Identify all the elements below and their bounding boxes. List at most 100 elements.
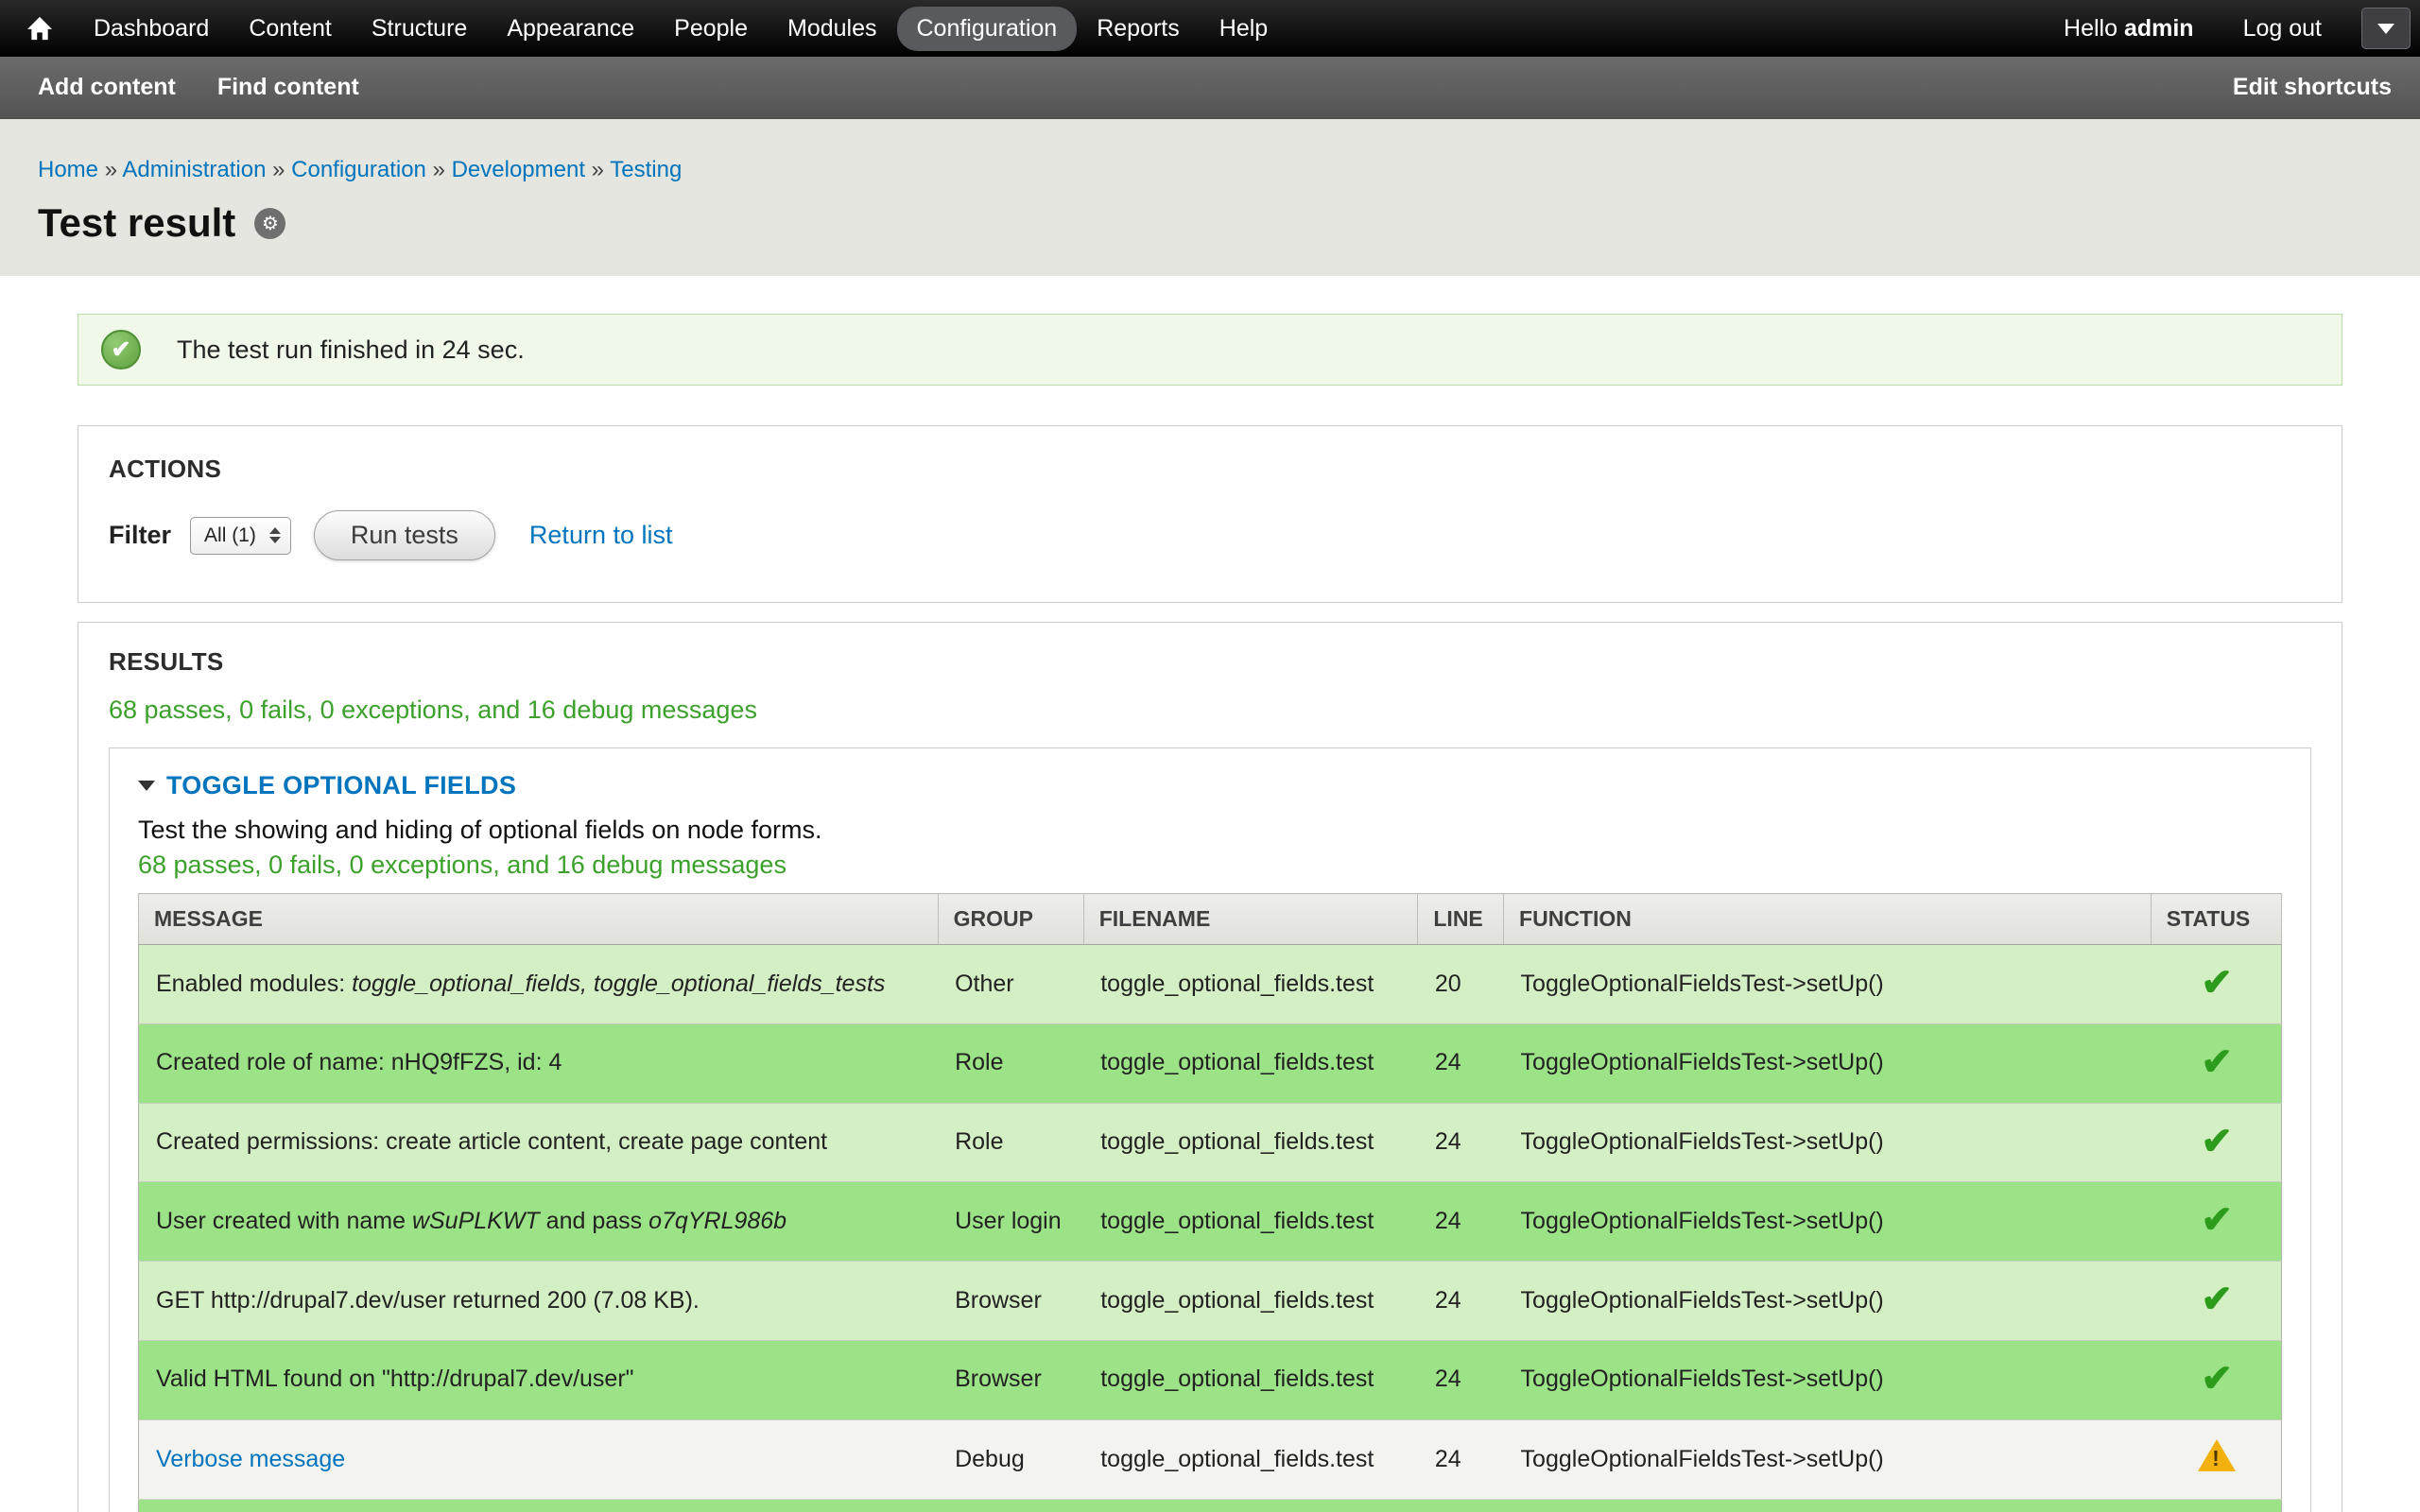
admin-menu-item-structure[interactable]: Structure [352, 7, 487, 51]
table-row: Created permissions: create article cont… [139, 1103, 2282, 1182]
function-cell: ToggleOptionalFieldsTest->setUp() [1504, 1023, 2152, 1103]
message-cell: Created permissions: create article cont… [139, 1103, 939, 1182]
filename-cell: toggle_optional_fields.test [1083, 1023, 1418, 1103]
function-cell: ToggleOptionalFieldsTest->setUp() [1504, 1262, 2152, 1341]
group-cell: Debug [938, 1419, 1083, 1500]
message-text: toggle_optional_fields, toggle_optional_… [352, 971, 885, 997]
function-cell: ToggleOptionalFieldsTest->setUp() [1504, 1103, 2152, 1182]
gear-icon[interactable]: ⚙ [254, 208, 285, 239]
message-text: Created permissions: create article cont… [156, 1128, 827, 1155]
test-group-title[interactable]: TOGGLE OPTIONAL FIELDS [166, 771, 516, 800]
admin-menu-item-content[interactable]: Content [229, 7, 352, 51]
function-cell: ToggleOptionalFieldsTest->setUp() [1504, 1340, 2152, 1419]
pass-check-icon: ✔ [2201, 1041, 2233, 1083]
filename-cell: toggle_optional_fields.test [1083, 1262, 1418, 1341]
breadcrumb-separator: » [585, 157, 610, 182]
admin-menu-item-reports[interactable]: Reports [1077, 7, 1200, 51]
home-icon[interactable] [23, 11, 57, 45]
status-cell: ! [2151, 1419, 2281, 1500]
column-header-status: STATUS [2151, 894, 2281, 945]
results-title: RESULTS [109, 647, 2311, 677]
actions-row: Filter All (1) Run tests Return to list [109, 510, 2311, 560]
main-content: ✔ The test run finished in 24 sec. ACTIO… [0, 276, 2420, 1512]
message-cell: Created role of name: nHQ9fFZS, id: 4 [139, 1023, 939, 1103]
breadcrumb-link-home[interactable]: Home [38, 157, 98, 182]
logout-link[interactable]: Log out [2243, 15, 2322, 43]
breadcrumb-link-testing[interactable]: Testing [610, 157, 682, 182]
line-cell [1418, 1500, 1504, 1512]
chevron-down-icon [2377, 24, 2394, 34]
breadcrumb-link-administration[interactable]: Administration [122, 157, 266, 182]
table-row: User created with name wSuPLKWT and pass… [139, 1182, 2282, 1262]
toolbar-toggle-button[interactable] [2361, 8, 2411, 49]
breadcrumb-separator: » [98, 157, 122, 182]
run-tests-button[interactable]: Run tests [314, 510, 495, 560]
message-cell: Verbose message [139, 1419, 939, 1500]
shortcut-item-add-content[interactable]: Add content [38, 74, 176, 101]
filename-cell: toggle_optional_fields.test [1083, 1419, 1418, 1500]
message-cell: User created with name wSuPLKWT and pass… [139, 1182, 939, 1262]
breadcrumb-link-configuration[interactable]: Configuration [291, 157, 426, 182]
page-title-row: Test result ⚙ [38, 200, 2382, 246]
status-message: ✔ The test run finished in 24 sec. [78, 314, 2342, 386]
filter-select[interactable]: All (1) [190, 517, 291, 555]
status-ok-icon: ✔ [101, 330, 141, 369]
select-arrows-icon [269, 527, 281, 543]
verbose-message-link[interactable]: Verbose message [156, 1446, 345, 1472]
filename-cell [1083, 1500, 1418, 1512]
column-header-message: MESSAGE [139, 894, 939, 945]
test-group-fieldset: TOGGLE OPTIONAL FIELDS Test the showing … [109, 747, 2311, 1512]
admin-menu-item-appearance[interactable]: Appearance [487, 7, 654, 51]
actions-panel: ACTIONS Filter All (1) Run tests Return … [78, 425, 2342, 603]
table-row: Valid HTML found on "http://drupal7.dev/… [139, 1340, 2282, 1419]
function-cell: ToggleOptionalFieldsTest->setUp() [1504, 945, 2152, 1024]
actions-title: ACTIONS [109, 455, 2311, 484]
warning-icon: ! [2198, 1439, 2236, 1471]
warning-exclamation: ! [2212, 1448, 2220, 1469]
breadcrumb-separator: » [266, 157, 291, 182]
function-cell: ToggleOptionalFieldsTest->setUp() [1504, 1419, 2152, 1500]
admin-menu-item-modules[interactable]: Modules [768, 7, 897, 51]
message-text: o7qYRL986b [648, 1208, 786, 1234]
shortcut-bar: Add content Find content Edit shortcuts [0, 57, 2420, 119]
shortcut-item-find-content[interactable]: Find content [217, 74, 359, 101]
message-cell: Enabled modules: toggle_optional_fields,… [139, 945, 939, 1024]
filename-cell: toggle_optional_fields.test [1083, 1103, 1418, 1182]
results-panel: RESULTS 68 passes, 0 fails, 0 exceptions… [78, 622, 2342, 1512]
test-group-summary: 68 passes, 0 fails, 0 exceptions, and 16… [138, 850, 2282, 880]
status-cell: ✔ [2151, 1023, 2281, 1103]
results-table: MESSAGEGROUPFILENAMELINEFUNCTIONSTATUS E… [138, 893, 2282, 1512]
message-text: Enabled modules: [156, 971, 352, 997]
line-cell: 20 [1418, 945, 1504, 1024]
admin-menu-item-help[interactable]: Help [1200, 7, 1288, 51]
test-group-legend[interactable]: TOGGLE OPTIONAL FIELDS [138, 771, 2282, 800]
greeting-prefix: Hello [2064, 15, 2118, 42]
group-cell: User login [938, 1182, 1083, 1262]
table-row: Verbose message Debugtoggle_optional_fiel… [139, 1419, 2282, 1500]
edit-shortcuts-link[interactable]: Edit shortcuts [2233, 74, 2392, 101]
admin-menu-item-configuration[interactable]: Configuration [897, 7, 1078, 51]
status-cell: ✔ [2151, 945, 2281, 1024]
admin-menu-item-dashboard[interactable]: Dashboard [74, 7, 229, 51]
message-text: wSuPLKWT [412, 1208, 540, 1234]
group-cell: Browser [938, 1262, 1083, 1341]
function-cell: ToggleOptionalFieldsTest->setUp() [1504, 1182, 2152, 1262]
return-to-list-link[interactable]: Return to list [529, 521, 673, 550]
column-header-function: FUNCTION [1504, 894, 2152, 945]
breadcrumb-separator: » [426, 157, 452, 182]
status-cell: ✔ [2151, 1340, 2281, 1419]
results-summary: 68 passes, 0 fails, 0 exceptions, and 16… [109, 696, 2311, 725]
breadcrumb-link-development[interactable]: Development [452, 157, 585, 182]
breadcrumb: Home » Administration » Configuration » … [38, 157, 2382, 183]
breadcrumb-band: Home » Administration » Configuration » … [0, 119, 2420, 276]
results-table-header-row: MESSAGEGROUPFILENAMELINEFUNCTIONSTATUS [139, 894, 2282, 945]
results-table-body: Enabled modules: toggle_optional_fields,… [139, 945, 2282, 1512]
message-cell: Valid HTML found on "http://drupal7.dev/… [139, 1340, 939, 1419]
status-cell: ✔ [2151, 1103, 2281, 1182]
admin-menu-item-people[interactable]: People [654, 7, 768, 51]
column-header-line: LINE [1418, 894, 1504, 945]
user-greeting: Hello admin [2064, 15, 2194, 43]
filter-select-value: All (1) [204, 524, 256, 547]
column-header-filename: FILENAME [1083, 894, 1418, 945]
message-text: Valid HTML found on "http://drupal7.dev/… [156, 1366, 634, 1392]
